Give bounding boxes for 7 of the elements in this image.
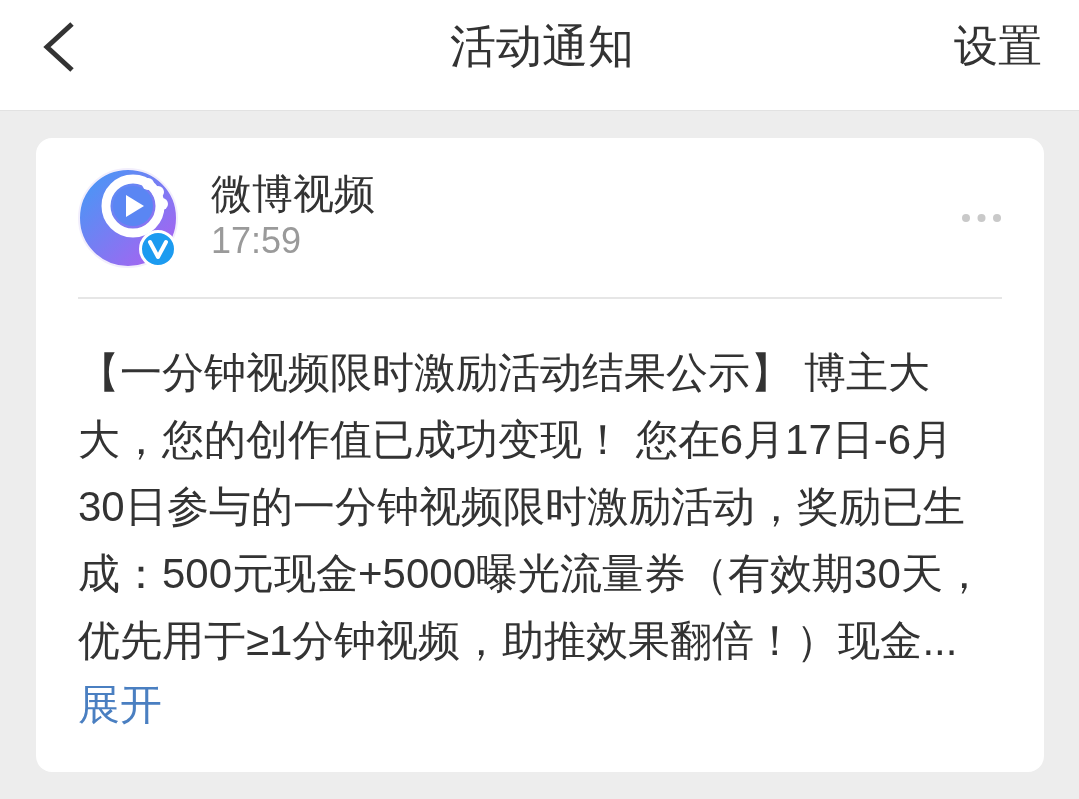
- settings-button[interactable]: 设置: [954, 17, 1042, 76]
- expand-link[interactable]: 展开: [78, 674, 162, 736]
- message-time: 17:59: [211, 219, 303, 263]
- page-title: 活动通知: [450, 18, 634, 74]
- notification-text: 【一分钟视频限时激励活动结果公示】 博主大大，您的创作值已成功变现！ 您在6月17日-6月30日参与的一分钟视频限时激励活动，奖励已生成：500元现金+5000曝光流量券（有效期30天，优先用于≥1分钟视频，助推效果翻倍！）现金...: [78, 348, 986, 666]
- back-icon[interactable]: [42, 20, 76, 73]
- sender-name: 微博视频: [211, 170, 375, 218]
